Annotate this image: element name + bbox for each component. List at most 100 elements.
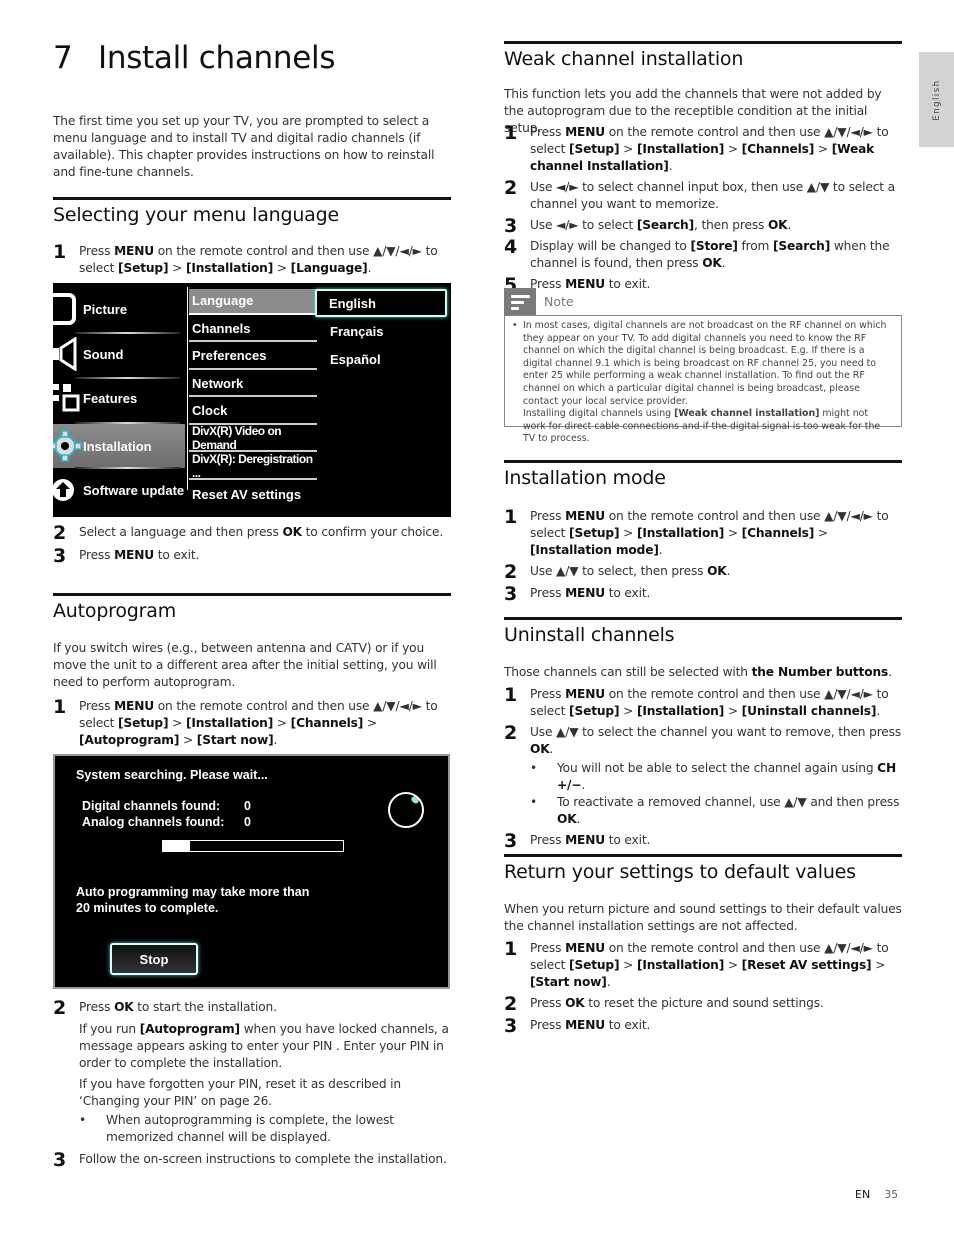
loading-spinner-icon [388,792,424,828]
digital-channels-label: Digital channels found: [82,799,221,813]
installation-mode-steps: 1 Press MENU on the remote control and th… [504,506,902,605]
search-status: System searching. Please wait... [76,768,268,782]
step-number: 1 [504,506,518,528]
analog-channels-count: 0 [244,815,251,829]
bullet-text: You will not be able to select the chann… [557,761,897,792]
menu-language-step-1: 1 Press MENU on the remote control and th… [53,243,451,277]
main-menu-item-installation[interactable]: Installation [53,424,185,468]
note-icon-line [511,301,524,304]
step-text: Press MENU to exit. [79,548,200,562]
uninstall-steps: 1 Press MENU on the remote control and th… [504,686,902,851]
section-weak-channel: Weak channel installation [504,41,902,70]
autoprogram-forgot-pin-note: If you have forgotten your PIN, reset it… [79,1077,401,1108]
step-text: Press MENU on the remote control and the… [530,509,889,557]
autoprogram-step-1: 1 Press MENU on the remote control and th… [53,698,451,749]
step-text: Press MENU on the remote control and the… [79,699,438,747]
step-text: Press OK to start the installation. [79,1000,277,1014]
section-installation-mode: Installation mode [504,460,902,489]
step-number: 2 [53,997,67,1019]
step-number: 4 [504,236,518,258]
autoprogram-dialog: System searching. Please wait... Digital… [53,754,450,989]
step-number: 1 [504,122,518,144]
section-menu-language: Selecting your menu language [53,197,451,226]
step-text: Press MENU on the remote control and the… [530,125,889,173]
section-title: Installation mode [504,467,666,489]
submenu-item-reset-av[interactable]: Reset AV settings [189,482,317,508]
picture-icon [53,293,76,325]
submenu-item-language[interactable]: Language [189,289,317,315]
chapter-number: 7 [53,40,73,76]
step-text: Press OK to reset the picture and sound … [530,996,824,1010]
chapter-intro: The first time you set up your TV, you a… [53,114,435,179]
submenu-item-preferences[interactable]: Preferences [189,344,317,370]
section-title: Autoprogram [53,600,177,622]
section-uninstall-channels: Uninstall channels [504,617,902,646]
analog-channels-label: Analog channels found: [82,815,225,829]
submenu-item-divx-vod[interactable]: DivX(R) Video on Demand [189,424,317,452]
duration-message-line-1: Auto programming may take more than [76,885,310,899]
step-number: 3 [53,1149,67,1171]
note-icon [504,288,536,315]
bullet-text: To reactivate a removed channel, use ▲/▼… [557,795,900,826]
spinner-highlight [410,795,420,805]
language-option-espanol[interactable]: Español [315,346,447,374]
step-text: Use ◄/► to select [Search], then press O… [530,218,792,232]
note-header: Note [504,288,574,315]
stop-button[interactable]: Stop [110,943,198,975]
installation-submenu: Language Channels Preferences Network Cl… [189,289,317,509]
features-icon [53,384,80,412]
step-text: Press MENU to exit. [530,1018,651,1032]
step-number: 2 [504,722,518,744]
step-text: Use ▲/▼ to select, then press OK. [530,564,731,578]
submenu-item-clock[interactable]: Clock [189,399,317,425]
step-number: 3 [504,583,518,605]
menu-language-steps-2-3: 2 Select a language and then press OK to … [53,524,451,567]
defaults-intro: When you return picture and sound settin… [504,902,902,933]
step-text: Press MENU to exit. [530,833,651,847]
submenu-item-network[interactable]: Network [189,372,317,397]
step-number: 2 [504,561,518,583]
language-option-english[interactable]: English [315,289,447,317]
digital-channels-count: 0 [244,799,251,813]
note-label: Note [544,294,574,309]
section-autoprogram: Autoprogram [53,593,451,622]
step-text: Use ◄/► to select channel input box, the… [530,180,895,211]
duration-message-line-2: 20 minutes to complete. [76,901,219,915]
upload-icon [53,479,74,501]
step-number: 1 [53,696,67,718]
page-number: 35 [884,1188,899,1201]
language-side-tab: English [919,52,954,147]
weak-channel-steps: 1 Press MENU on the remote control and th… [504,122,902,295]
language-option-francais[interactable]: Français [315,318,447,346]
step-text: Press MENU on the remote control and the… [530,687,889,718]
step-text: Press MENU to exit. [530,277,651,291]
submenu-item-channels[interactable]: Channels [189,317,317,342]
main-menu-label: Installation [83,438,152,454]
bullet-text: When autoprogramming is complete, the lo… [106,1113,394,1144]
main-menu-item-sound[interactable]: Sound [53,332,185,376]
step-number: 2 [504,177,518,199]
chapter-title: 7 Install channels [53,40,336,76]
chapter-title-text: Install channels [98,40,336,76]
note-text: In most cases, digital channels are not … [523,320,887,445]
bullet-dot: • [512,320,518,331]
main-menu-item-software-update[interactable]: Software update [53,468,185,512]
autoprogram-intro: If you switch wires (e.g., between anten… [53,641,437,689]
section-title: Weak channel installation [504,48,744,70]
page-footer: EN 35 [855,1188,898,1201]
step-text: Press MENU on the remote control and the… [530,941,889,989]
submenu-item-divx-deregistration[interactable]: DivX(R): Deregistration ... [189,452,317,480]
step-text: Press MENU on the remote control and the… [79,244,438,275]
autoprogram-pin-note: If you run [Autoprogram] when you have l… [79,1022,449,1070]
main-menu-item-picture[interactable]: Picture [53,287,185,331]
step-number: 3 [53,545,67,567]
step-number: 2 [504,993,518,1015]
main-menu-label: Software update [83,482,185,498]
section-title: Uninstall channels [504,624,675,646]
step-text: Follow the on-screen instructions to com… [79,1152,447,1166]
autoprogram-step-2: 2 Press OK to start the installation. If … [53,997,451,1171]
main-menu: Picture Sound Features Installation Soft… [53,283,185,517]
main-menu-item-features[interactable]: Features [53,376,185,420]
language-options: English Français Español [315,289,447,373]
section-title: Selecting your menu language [53,204,339,226]
